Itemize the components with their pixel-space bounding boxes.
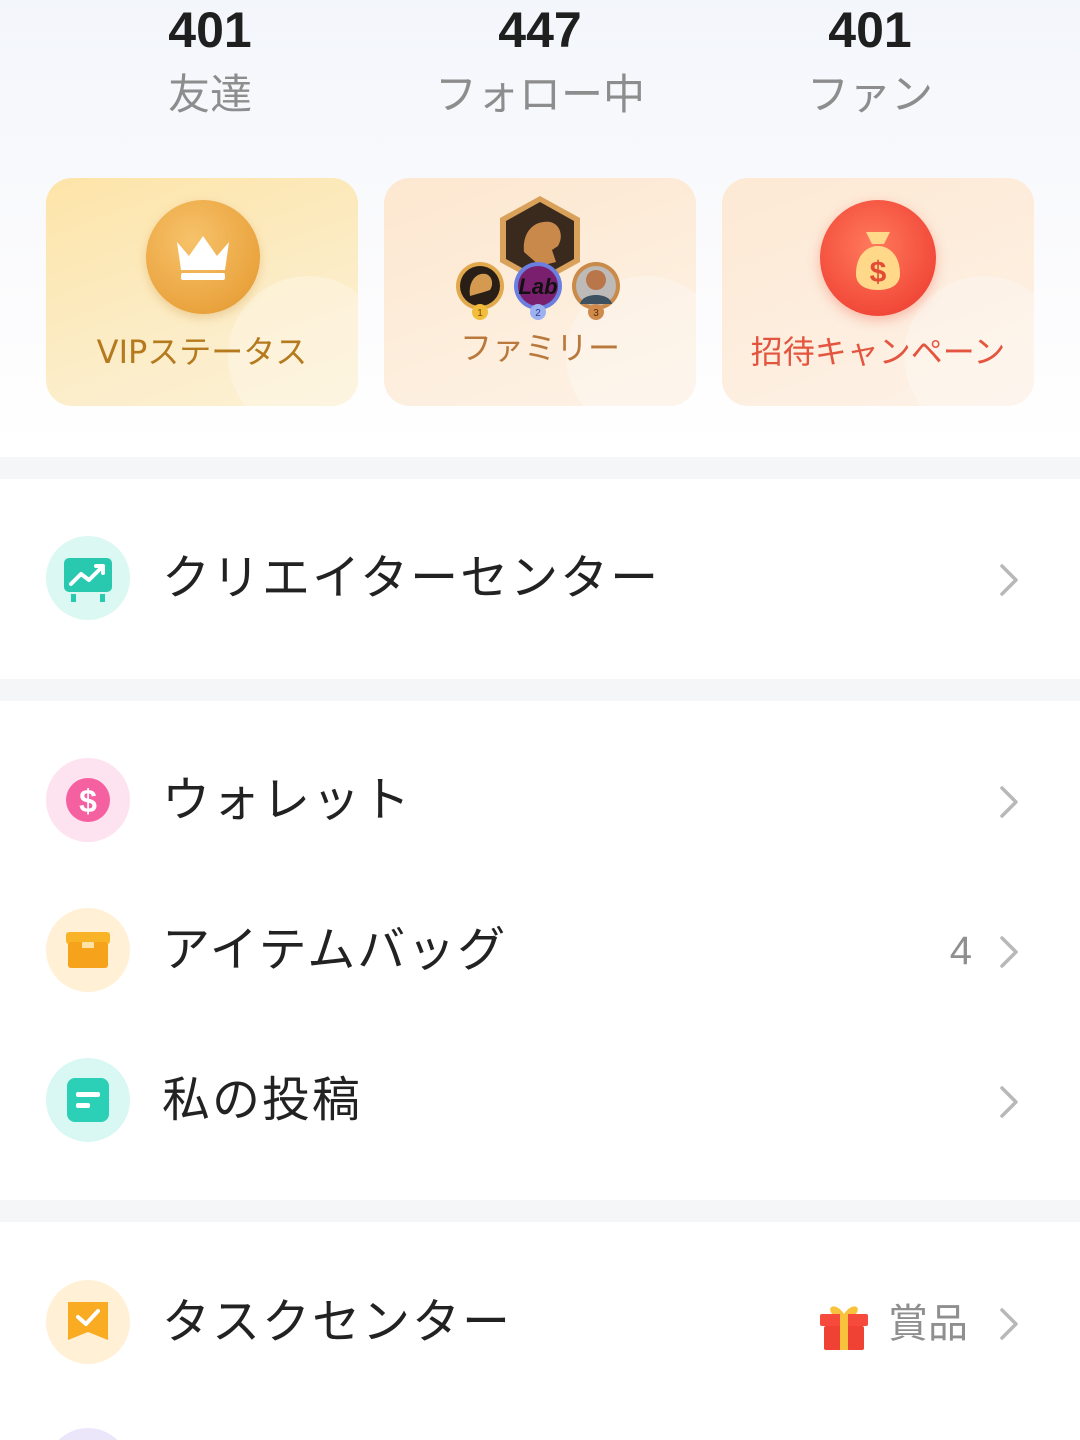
item-bag-label: アイテムバッグ — [162, 922, 508, 978]
family-label: ファミリー — [459, 329, 620, 367]
my-posts-label: 私の投稿 — [162, 1072, 363, 1128]
stat-friends[interactable]: 401 友達 — [60, 0, 360, 130]
box-icon — [46, 908, 130, 992]
gift-icon — [820, 1306, 868, 1350]
stat-following-count: 447 — [498, 2, 582, 58]
profile-stats: 401 友達 447 フォロー中 401 ファン — [0, 0, 1080, 140]
chevron-right-icon — [1000, 936, 1018, 968]
menu-item-task-center[interactable]: タスクセンター 賞品 — [0, 1262, 1080, 1382]
stat-friends-label: 友達 — [167, 70, 252, 119]
dollar-icon: $ — [46, 758, 130, 842]
chevron-right-icon — [1000, 1308, 1018, 1340]
menu-item-my-posts[interactable]: 私の投稿 — [0, 1040, 1080, 1160]
menu-item-wallet[interactable]: $ ウォレット — [0, 740, 1080, 860]
next-menu-item-icon — [46, 1428, 130, 1440]
chevron-right-icon — [1000, 564, 1018, 596]
stat-fans-count: 401 — [828, 2, 912, 58]
badge-rank-2: 2 — [535, 308, 541, 319]
menu-item-creator-center[interactable]: クリエイターセンター — [0, 518, 1080, 638]
item-bag-count: 4 — [949, 929, 972, 973]
note-icon — [46, 1058, 130, 1142]
stat-following[interactable]: 447 フォロー中 — [390, 0, 690, 130]
crown-icon — [146, 200, 260, 314]
section-divider — [0, 457, 1080, 479]
vip-status-card[interactable]: VIPステータス — [46, 178, 358, 406]
section-divider — [0, 679, 1080, 701]
task-center-label: タスクセンター — [162, 1294, 513, 1350]
vip-status-label: VIPステータス — [96, 333, 308, 371]
lab-avatar-text: Lab — [518, 274, 557, 299]
invite-campaign-card[interactable]: $ 招待キャンペーン — [722, 178, 1034, 406]
section-divider — [0, 1200, 1080, 1222]
svg-text:$: $ — [870, 256, 887, 289]
badge-rank-1: 1 — [477, 308, 483, 319]
chevron-right-icon — [1000, 786, 1018, 818]
invite-campaign-label: 招待キャンペーン — [750, 333, 1006, 371]
family-card[interactable]: 1 Lab 2 3 ファミリー — [384, 178, 696, 406]
badge-rank-3: 3 — [593, 308, 599, 319]
task-icon — [46, 1280, 130, 1364]
family-badge-icon: 1 Lab 2 3 — [384, 192, 696, 322]
chevron-right-icon — [1000, 1086, 1018, 1118]
money-bag-icon: $ — [820, 200, 936, 316]
wallet-label: ウォレット — [162, 772, 413, 828]
creator-center-label: クリエイターセンター — [162, 550, 661, 606]
menu-item-item-bag[interactable]: アイテムバッグ 4 — [0, 890, 1080, 1010]
analytics-icon — [46, 536, 130, 620]
reward-label: 賞品 — [888, 1301, 968, 1347]
stat-fans-label: ファン — [806, 70, 933, 119]
svg-text:$: $ — [79, 783, 97, 819]
stat-fans[interactable]: 401 ファン — [720, 0, 1020, 130]
stat-friends-count: 401 — [168, 2, 252, 58]
stat-following-label: フォロー中 — [434, 70, 645, 119]
